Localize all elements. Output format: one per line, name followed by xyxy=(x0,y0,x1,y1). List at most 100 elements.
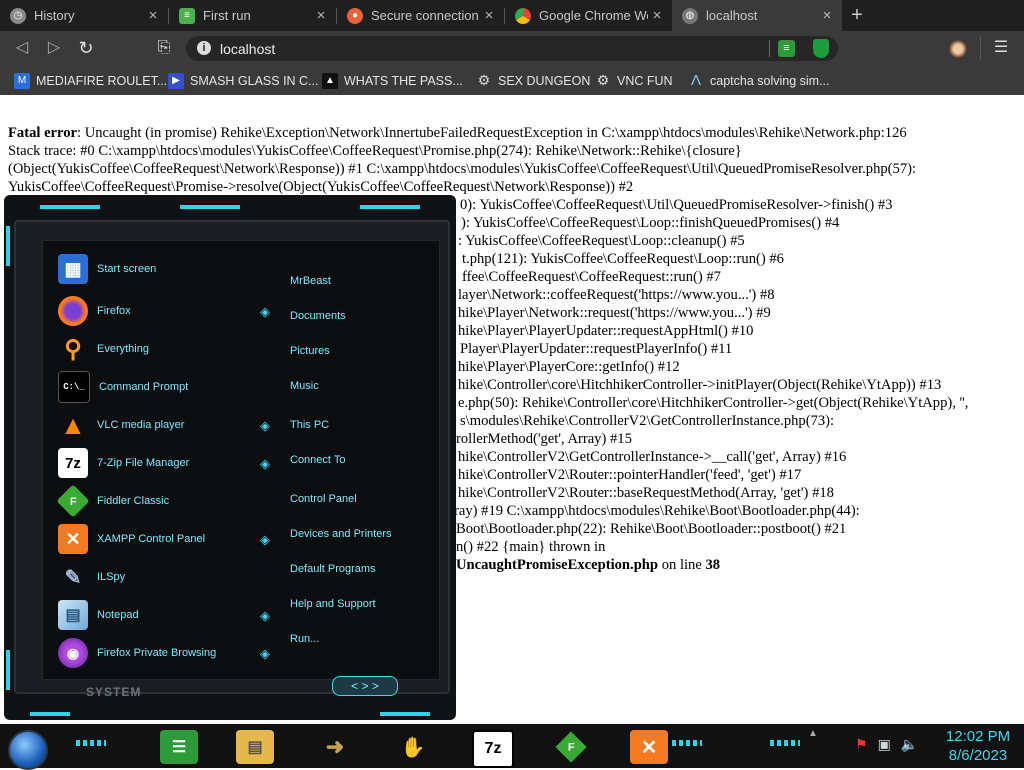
menu-item-ilspy[interactable]: ✎ ILSpy xyxy=(58,560,126,594)
cmd-icon: C:\_ xyxy=(58,371,90,403)
menu-item-firefox[interactable]: Firefox xyxy=(58,294,131,328)
submenu-arrow-icon[interactable]: ◈ xyxy=(258,647,272,661)
info-icon[interactable]: i xyxy=(197,41,211,55)
tab-title: First run xyxy=(203,8,251,23)
menu-item-notepad[interactable]: ▤ Notepad xyxy=(58,598,139,632)
menu-item-start-screen[interactable]: ▦ Start screen xyxy=(58,252,156,286)
places-item-this-pc[interactable]: This PC xyxy=(290,419,329,431)
chrome-guide-icon: ≡ xyxy=(179,7,195,24)
submenu-arrow-icon[interactable]: ◈ xyxy=(258,305,272,319)
decoration xyxy=(380,712,430,716)
close-icon[interactable]: × xyxy=(312,7,330,24)
system-label: SYSTEM xyxy=(86,685,142,699)
volume-icon[interactable]: 🔈 xyxy=(901,736,918,753)
move-icon: ➜ xyxy=(325,734,345,759)
captcha-icon: Λ xyxy=(690,72,702,89)
taskbar-app-7zip[interactable]: 7z xyxy=(472,730,514,768)
network-icon[interactable]: ▣ xyxy=(878,736,891,753)
stack-line: Stack trace: #0 C:\xampp\htdocs\modules\… xyxy=(8,143,742,159)
bookmark-item[interactable]: ▲ WHATS THE PASS... xyxy=(322,66,463,95)
new-tab-button[interactable]: + xyxy=(846,4,868,26)
address-bar[interactable] xyxy=(186,36,838,61)
close-icon[interactable]: × xyxy=(818,7,836,24)
tab-localhost[interactable]: ◍ localhost × xyxy=(672,0,842,31)
bookmark-item[interactable]: ▶ SMASH GLASS IN C... xyxy=(168,66,319,95)
menu-item-firefox-private[interactable]: ◉ Firefox Private Browsing xyxy=(58,636,216,670)
menu-item-vlc[interactable]: ▲ VLC media player xyxy=(58,408,184,442)
power-options-button[interactable]: < > > xyxy=(332,676,398,696)
bookmark-label: MEDIAFIRE ROULET... xyxy=(36,73,168,88)
places-item-pictures[interactable]: Pictures xyxy=(290,345,330,357)
xampp-icon: ✕ xyxy=(58,524,88,554)
menu-icon[interactable]: ☰ xyxy=(990,37,1012,59)
bookmark-icon[interactable]: ⎘ xyxy=(153,37,175,59)
places-item-control-panel[interactable]: Control Panel xyxy=(290,493,357,505)
close-icon[interactable]: × xyxy=(144,7,162,24)
submenu-arrow-icon[interactable]: ◈ xyxy=(258,533,272,547)
menu-item-7zip[interactable]: 7z 7-Zip File Manager xyxy=(58,446,189,480)
action-center-icon[interactable]: ⚑ xyxy=(855,736,868,753)
taskbar-app-browser[interactable]: ☰ xyxy=(160,730,198,764)
tab-secure-connection[interactable]: ● Secure connection fa × xyxy=(337,0,504,31)
taskbar-app-explorer[interactable]: ▤ xyxy=(236,730,274,764)
bookmark-item[interactable]: ⚙ SEX DUNGEON xyxy=(476,66,591,95)
decoration xyxy=(180,205,240,209)
places-item-connect-to[interactable]: Connect To xyxy=(290,454,345,466)
menu-item-xampp[interactable]: ✕ XAMPP Control Panel xyxy=(58,522,205,556)
reload-icon[interactable]: ↻ xyxy=(75,37,97,59)
tab-title: Secure connection fa xyxy=(371,8,480,23)
menu-item-label: XAMPP Control Panel xyxy=(97,533,206,545)
places-item-devices-printers[interactable]: Devices and Printers xyxy=(290,528,392,540)
decoration xyxy=(30,712,70,716)
tab-chrome-welcome[interactable]: Google Chrome Wel × xyxy=(505,0,672,31)
places-item-default-programs[interactable]: Default Programs xyxy=(290,563,376,575)
menu-item-everything[interactable]: ⚲ Everything xyxy=(58,332,149,366)
line-number: 38 xyxy=(705,557,721,573)
tab-first-run[interactable]: ≡ First run × xyxy=(169,0,336,31)
decoration xyxy=(76,740,106,746)
clock-date[interactable]: 8/6/2023 xyxy=(938,747,1018,764)
clock-time[interactable]: 12:02 PM xyxy=(938,728,1018,745)
places-item-mrbeast[interactable]: MrBeast xyxy=(290,275,331,287)
submenu-arrow-icon[interactable]: ◈ xyxy=(258,457,272,471)
bookmark-item[interactable]: M MEDIAFIRE ROULET... xyxy=(14,66,167,95)
tray-overflow-icon[interactable]: ▲ xyxy=(808,728,818,739)
start-button[interactable] xyxy=(8,730,48,770)
places-item-run[interactable]: Run... xyxy=(290,633,319,645)
back-icon[interactable]: ◁ xyxy=(11,37,33,59)
places-item-help-support[interactable]: Help and Support xyxy=(290,598,376,610)
places-item-documents[interactable]: Documents xyxy=(290,310,346,322)
exception-file: UncaughtPromiseException.php xyxy=(456,557,659,573)
omnibox-divider xyxy=(769,40,770,57)
menu-item-command-prompt[interactable]: C:\_ Command Prompt xyxy=(58,370,188,404)
decoration xyxy=(40,205,100,209)
decoration xyxy=(6,226,10,266)
tab-history[interactable]: ◷ History × xyxy=(0,0,168,31)
menu-item-label: Everything xyxy=(97,343,149,355)
error-headline: Fatal error: Uncaught (in promise) Rehik… xyxy=(8,124,1020,142)
bookmark-label: SMASH GLASS IN C... xyxy=(190,73,319,88)
menu-item-fiddler[interactable]: F Fiddler Classic xyxy=(56,484,169,518)
taskbar-app-move[interactable]: ➜ xyxy=(316,730,354,764)
forward-icon[interactable]: ▷ xyxy=(43,37,65,59)
close-icon[interactable]: × xyxy=(648,7,666,24)
taskbar-app-handshake[interactable]: ✋ xyxy=(394,730,432,764)
password-icon: ▲ xyxy=(322,72,338,89)
bookmark-item[interactable]: ⚙ VNC FUN xyxy=(595,66,673,95)
avatar[interactable] xyxy=(949,40,967,58)
extension-icon[interactable]: ≡ xyxy=(778,40,795,57)
ilspy-icon: ✎ xyxy=(64,566,82,589)
submenu-arrow-icon[interactable]: ◈ xyxy=(258,609,272,623)
folder-icon: ▤ xyxy=(247,739,263,756)
taskbar-app-xampp[interactable]: ✕ xyxy=(630,730,668,764)
bookmark-item[interactable]: Λ captcha solving sim... xyxy=(688,66,830,95)
submenu-arrow-icon[interactable]: ◈ xyxy=(258,419,272,433)
close-icon[interactable]: × xyxy=(480,7,498,24)
start-screen-icon: ▦ xyxy=(58,254,88,284)
taskbar-app-fiddler[interactable]: F xyxy=(552,730,590,764)
shield-icon[interactable] xyxy=(813,39,829,58)
system-tray: ⚑ ▣ 🔈 xyxy=(855,736,918,753)
tab-title: Google Chrome Wel xyxy=(539,8,648,23)
url-text[interactable]: localhost xyxy=(220,41,275,57)
places-item-music[interactable]: Music xyxy=(290,380,319,392)
